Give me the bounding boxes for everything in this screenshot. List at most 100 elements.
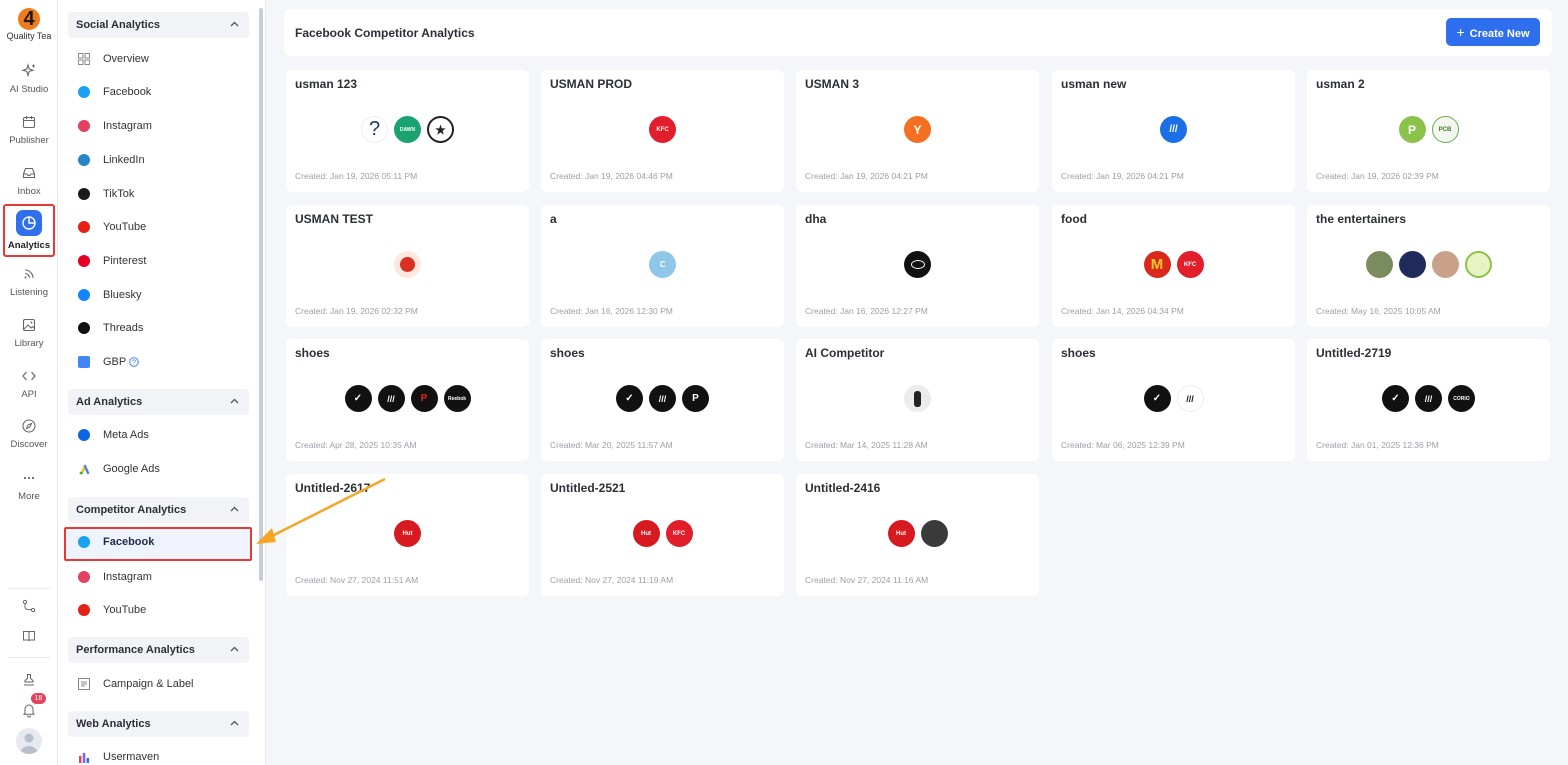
section-performance-analytics[interactable]: Performance Analytics bbox=[68, 637, 249, 663]
section-social-analytics[interactable]: Social Analytics bbox=[68, 12, 249, 38]
bluesky-icon bbox=[78, 289, 90, 301]
sidebar-item-competitor-facebook[interactable]: Facebook bbox=[77, 532, 154, 552]
section-ad-analytics[interactable]: Ad Analytics bbox=[68, 389, 249, 415]
card-logos bbox=[796, 251, 1039, 279]
card-logos: M KFC bbox=[1052, 251, 1295, 279]
rail-item-inbox[interactable]: Inbox bbox=[0, 165, 58, 197]
competitor-card[interactable]: usman new /// Created: Jan 19, 2026 04:2… bbox=[1052, 70, 1295, 192]
workspace-logo[interactable]: 4 Quality Tea bbox=[0, 8, 58, 41]
competitor-card[interactable]: usman 123 ? DAWN ★ Created: Jan 19, 2026… bbox=[286, 70, 529, 192]
instagram-icon bbox=[78, 120, 90, 132]
competitor-card[interactable]: AI Competitor Created: Mar 14, 2025 11:2… bbox=[796, 339, 1039, 461]
card-created-date: Created: Jan 14, 2026 04:34 PM bbox=[1061, 306, 1184, 316]
sidebar-item-competitor-youtube[interactable]: YouTube bbox=[77, 600, 146, 620]
google-ads-icon bbox=[79, 464, 90, 475]
sidebar-item-label: Bluesky bbox=[103, 289, 142, 301]
competitor-card[interactable]: food M KFC Created: Jan 14, 2026 04:34 P… bbox=[1052, 205, 1295, 327]
page-avatar bbox=[904, 251, 931, 278]
sidebar-item-overview[interactable]: Overview bbox=[77, 49, 149, 69]
kfc-avatar: KFC bbox=[649, 116, 676, 143]
youtube-icon bbox=[78, 604, 90, 616]
card-title: dha bbox=[805, 212, 827, 226]
sidebar-item-competitor-instagram[interactable]: Instagram bbox=[77, 567, 152, 587]
competitor-card[interactable]: shoes ✓ /// P Created: Mar 20, 2025 11:5… bbox=[541, 339, 784, 461]
book-icon bbox=[23, 631, 35, 642]
competitor-card[interactable]: USMAN PROD KFC Created: Jan 19, 2026 04:… bbox=[541, 70, 784, 192]
card-title: USMAN 3 bbox=[805, 77, 860, 91]
card-logos: KFC bbox=[541, 116, 784, 144]
sidebar-item-label: Instagram bbox=[103, 120, 152, 132]
sidebar-item-usermaven[interactable]: Usermaven bbox=[77, 747, 159, 765]
inbox-icon bbox=[22, 167, 36, 179]
sidebar-item-threads[interactable]: Threads bbox=[77, 318, 143, 338]
rail-item-analytics[interactable]: Analytics bbox=[3, 204, 55, 257]
sidebar-item-google-ads[interactable]: Google Ads bbox=[77, 459, 160, 479]
competitor-card[interactable]: shoes ✓ /// P Reebok Created: Apr 28, 20… bbox=[286, 339, 529, 461]
sidebar-item-meta-ads[interactable]: Meta Ads bbox=[77, 425, 149, 445]
competitor-card[interactable]: Untitled-2416 Hut Created: Nov 27, 2024 … bbox=[796, 474, 1039, 596]
user-avatar[interactable] bbox=[16, 728, 42, 754]
rail-item-listening[interactable]: Listening bbox=[0, 266, 58, 298]
person-avatar bbox=[1431, 251, 1459, 278]
competitor-card[interactable]: a C Created: Jan 16, 2026 12:30 PM bbox=[541, 205, 784, 327]
rail-item-guide[interactable] bbox=[0, 628, 58, 644]
competitor-card[interactable]: the entertainers Created: May 16, 2025 1… bbox=[1307, 205, 1550, 327]
competitor-card[interactable]: Untitled-2617 Hut Created: Nov 27, 2024 … bbox=[286, 474, 529, 596]
competitor-card[interactable]: Untitled-2521 Hut KFC Created: Nov 27, 2… bbox=[541, 474, 784, 596]
sidebar-item-bluesky[interactable]: Bluesky bbox=[77, 285, 142, 305]
instagram-icon bbox=[78, 571, 90, 583]
rail-item-more[interactable]: More bbox=[0, 470, 58, 502]
card-logos: Hut bbox=[286, 520, 529, 548]
sidebar-item-label: YouTube bbox=[103, 604, 147, 616]
card-logos: ✓ /// CORIO bbox=[1307, 385, 1550, 413]
competitor-card[interactable]: Untitled-2719 ✓ /// CORIO Created: Jan 0… bbox=[1307, 339, 1550, 461]
create-new-button[interactable]: + Create New bbox=[1446, 18, 1540, 46]
sidebar-item-youtube[interactable]: YouTube bbox=[77, 217, 146, 237]
pizza-hut-avatar: Hut bbox=[394, 520, 421, 547]
rail-item-workflow[interactable] bbox=[0, 598, 58, 614]
sidebar-item-gbp[interactable]: GBP ? bbox=[77, 352, 139, 372]
sidebar-scrollbar[interactable] bbox=[259, 8, 263, 581]
card-title: Untitled-2719 bbox=[1316, 346, 1392, 360]
card-logos bbox=[796, 385, 1039, 413]
sidebar-item-linkedin[interactable]: LinkedIn bbox=[77, 150, 145, 170]
bar-chart-icon bbox=[79, 753, 90, 763]
section-competitor-analytics[interactable]: Competitor Analytics bbox=[68, 497, 249, 523]
card-title: usman new bbox=[1061, 77, 1127, 91]
sidebar-item-instagram[interactable]: Instagram bbox=[77, 116, 152, 136]
card-logos: Hut KFC bbox=[541, 520, 784, 548]
page-avatar: Y bbox=[904, 116, 931, 143]
analytics-pill bbox=[16, 210, 42, 236]
sidebar-item-label: LinkedIn bbox=[103, 154, 145, 166]
competitor-card[interactable]: shoes ✓ /// Created: Mar 06, 2025 12:39 … bbox=[1052, 339, 1295, 461]
divider bbox=[8, 588, 50, 589]
competitor-card[interactable]: USMAN TEST Created: Jan 19, 2026 02:32 P… bbox=[286, 205, 529, 327]
sidebar-item-facebook[interactable]: Facebook bbox=[77, 82, 151, 102]
rail-item-publisher[interactable]: Publisher bbox=[0, 114, 58, 146]
card-title: the entertainers bbox=[1316, 212, 1407, 226]
rail-item-notifications[interactable] bbox=[0, 702, 58, 718]
competitor-card[interactable]: dha Created: Jan 16, 2026 12:27 PM bbox=[796, 205, 1039, 327]
sidebar-item-label: Campaign & Label bbox=[103, 678, 194, 690]
rail-item-stamp[interactable] bbox=[0, 672, 58, 688]
rail-item-discover[interactable]: Discover bbox=[0, 418, 58, 450]
help-icon[interactable]: ? bbox=[129, 357, 139, 367]
sidebar-item-campaign-label[interactable]: Campaign & Label bbox=[77, 674, 194, 694]
code-icon bbox=[22, 371, 36, 381]
card-created-date: Created: Mar 06, 2025 12:39 PM bbox=[1061, 440, 1185, 450]
card-created-date: Created: Nov 27, 2024 11:51 AM bbox=[295, 575, 419, 585]
chevron-up-icon bbox=[230, 21, 239, 27]
sidebar-item-tiktok[interactable]: TikTok bbox=[77, 184, 134, 204]
section-web-analytics[interactable]: Web Analytics bbox=[68, 711, 249, 737]
page-avatar bbox=[394, 251, 421, 278]
competitor-card[interactable]: USMAN 3 Y Created: Jan 19, 2026 04:21 PM bbox=[796, 70, 1039, 192]
sidebar-item-pinterest[interactable]: Pinterest bbox=[77, 251, 146, 271]
rail-item-api[interactable]: API bbox=[0, 368, 58, 400]
rail-item-library[interactable]: Library bbox=[0, 317, 58, 349]
card-title: Untitled-2416 bbox=[805, 481, 881, 495]
competitor-card[interactable]: usman 2 P PCB Created: Jan 19, 2026 02:3… bbox=[1307, 70, 1550, 192]
page-avatar: C bbox=[649, 251, 676, 278]
rail-item-ai-studio[interactable]: AI Studio bbox=[0, 63, 58, 95]
page-avatar: DAWN bbox=[394, 116, 421, 143]
stamp-icon bbox=[24, 674, 34, 686]
